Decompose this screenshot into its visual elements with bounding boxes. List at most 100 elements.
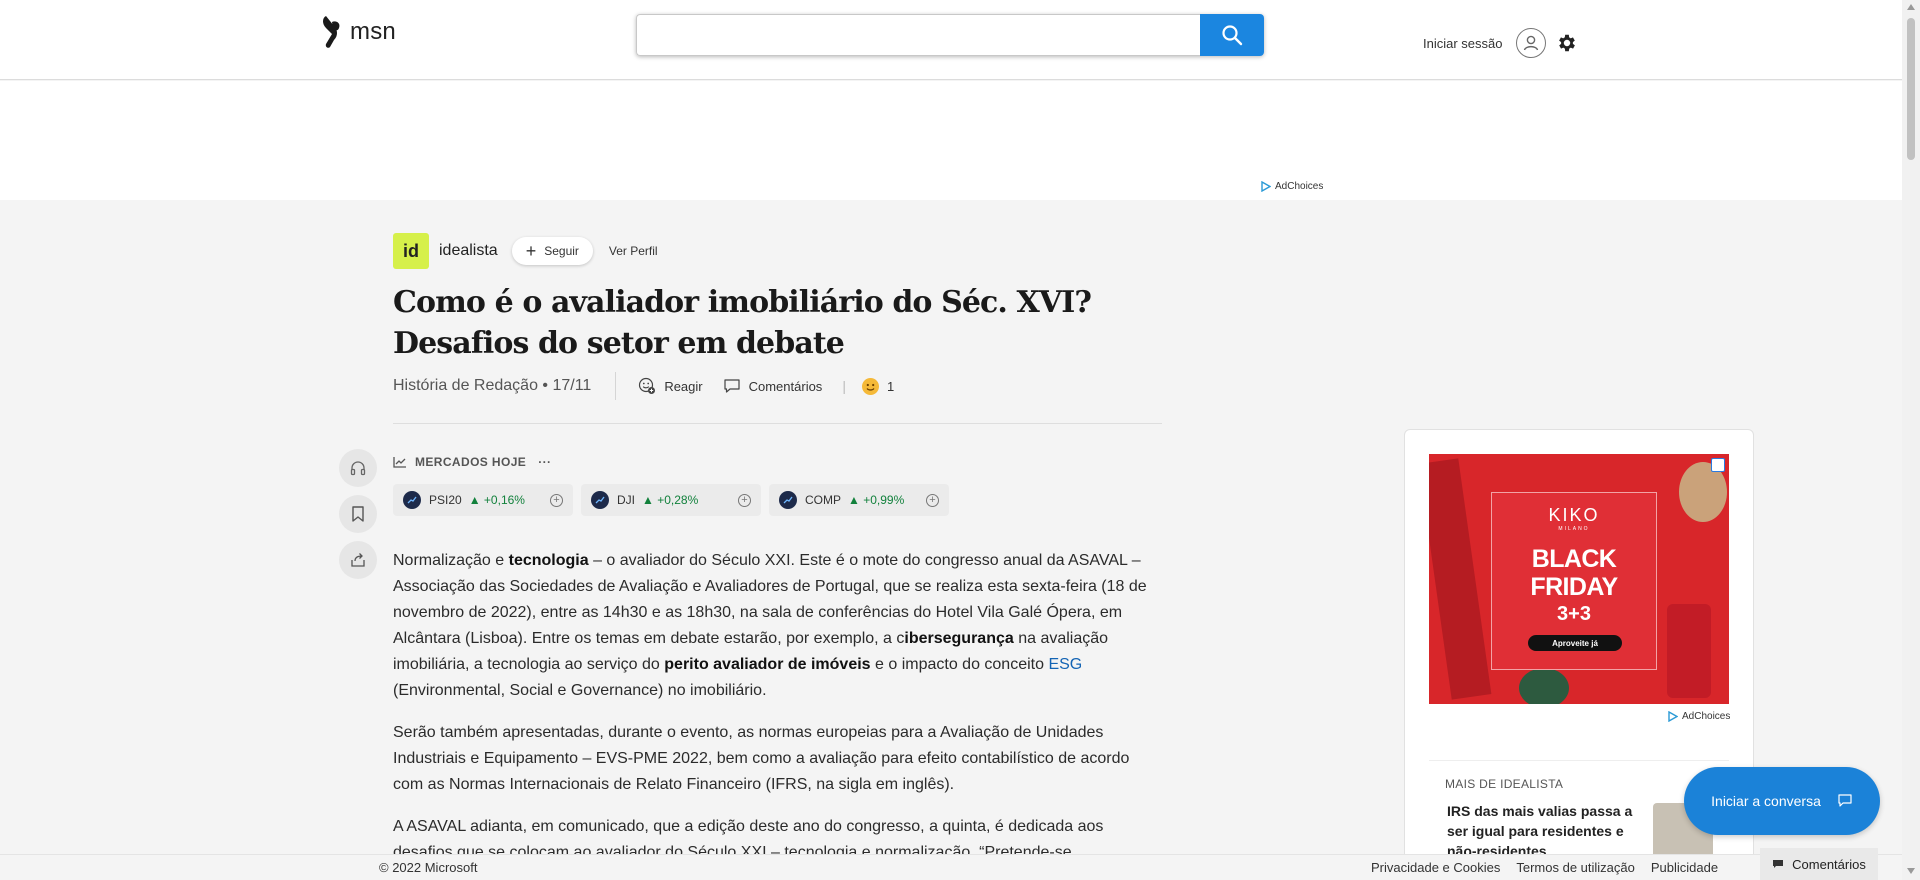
ticker-name: PSI20 xyxy=(429,493,462,507)
share-icon xyxy=(351,553,365,567)
react-button[interactable]: Reagir xyxy=(638,377,703,395)
scroll-thumb[interactable] xyxy=(1907,18,1915,160)
markets-header: MERCADOS HOJE ··· xyxy=(393,455,551,469)
search-bar xyxy=(636,14,1264,56)
ad-nail-polish xyxy=(1667,604,1711,698)
article-body: Normalização e tecnologia – o avaliador … xyxy=(393,548,1158,880)
listen-button[interactable] xyxy=(339,449,377,487)
copyright: © 2022 Microsoft xyxy=(379,860,478,875)
article-meta: História de Redação • 17/11 Reagir Comen… xyxy=(393,370,914,402)
ad-cta-button[interactable]: Aproveite já xyxy=(1528,635,1622,651)
scroll-up-arrow-icon[interactable] xyxy=(1907,4,1915,10)
article-source: id idealista + Seguir Ver Perfil xyxy=(393,233,658,269)
search-input[interactable] xyxy=(636,14,1200,56)
react-smiley-icon xyxy=(639,377,656,394)
settings-gear-icon[interactable] xyxy=(1556,32,1578,54)
ad-headline: BLACK FRIDAY xyxy=(1530,545,1618,601)
ad-offer: 3+3 xyxy=(1557,603,1591,625)
save-bookmark-button[interactable] xyxy=(339,495,377,533)
ticker-psi20[interactable]: PSI20 ▲ +0,16% + xyxy=(393,484,573,516)
byline: História de Redação • 17/11 xyxy=(393,377,592,394)
chat-label: Iniciar a conversa xyxy=(1711,793,1821,809)
ad-lipstick-left xyxy=(1429,458,1492,700)
signin-label[interactable]: Iniciar sessão xyxy=(1423,36,1502,51)
esg-link[interactable]: ESG xyxy=(1048,656,1082,673)
headphones-icon xyxy=(350,461,366,476)
comments-button[interactable]: Comentários xyxy=(723,378,823,394)
comments-tab-label: Comentários xyxy=(1792,856,1866,872)
start-conversation-button[interactable]: Iniciar a conversa xyxy=(1684,767,1880,835)
plus-icon: + xyxy=(525,241,537,261)
footer-links: Privacidade e Cookies Termos de utilizaç… xyxy=(1371,860,1718,875)
markets-more-icon[interactable]: ··· xyxy=(538,455,551,469)
meta-divider xyxy=(615,372,617,400)
paragraph-2: Serão também apresentadas, durante o eve… xyxy=(393,724,1130,793)
logo-text: msn xyxy=(350,18,396,45)
ticker-name: DJI xyxy=(617,493,635,507)
bookmark-icon xyxy=(352,506,364,522)
ad-eyeshadow xyxy=(1519,668,1569,704)
ad-brand-sub: MILANO xyxy=(1558,526,1590,532)
index-icon xyxy=(779,491,797,509)
ticker-name: COMP xyxy=(805,493,841,507)
signin-area[interactable]: Iniciar sessão xyxy=(1423,28,1547,58)
ticker-change: ▲ +0,99% xyxy=(848,493,905,507)
search-button[interactable] xyxy=(1200,14,1264,56)
more-from-label: MAIS DE IDEALISTA xyxy=(1445,777,1564,791)
markets-title: MERCADOS HOJE xyxy=(415,455,527,469)
reaction-count: 1 xyxy=(886,378,895,394)
comment-bubble-icon xyxy=(724,379,740,393)
adchoices-label: AdChoices xyxy=(1682,711,1731,722)
add-ticker-icon[interactable]: + xyxy=(550,493,563,507)
follow-label: Seguir xyxy=(544,244,579,258)
top-ad-banner[interactable]: AdChoices xyxy=(0,81,1902,200)
share-button[interactable] xyxy=(339,541,377,579)
kiko-ad-image[interactable]: KIKO MILANO BLACK FRIDAY 3+3 Aproveite j… xyxy=(1429,454,1729,704)
search-icon xyxy=(1222,25,1243,46)
scroll-down-arrow-icon[interactable] xyxy=(1907,868,1915,874)
ticker-change: ▲ +0,16% xyxy=(468,493,525,507)
add-ticker-icon[interactable]: + xyxy=(738,493,751,507)
ticker-dji[interactable]: DJI ▲ +0,28% + xyxy=(581,484,761,516)
markets-tickers: PSI20 ▲ +0,16% + DJI ▲ +0,28% + COMP ▲ +… xyxy=(393,484,949,516)
advertising-link[interactable]: Publicidade xyxy=(1651,860,1718,875)
terms-link[interactable]: Termos de utilização xyxy=(1516,860,1635,875)
ticker-change: ▲ +0,28% xyxy=(642,493,699,507)
chart-trend-icon xyxy=(393,457,406,468)
meta-separator-line xyxy=(393,423,1162,424)
paragraph-1: Normalização e tecnologia – o avaliador … xyxy=(393,552,1147,699)
privacy-link[interactable]: Privacidade e Cookies xyxy=(1371,860,1500,875)
reaction-count-button[interactable]: 1 xyxy=(861,377,895,395)
user-avatar-icon[interactable] xyxy=(1516,28,1547,58)
index-icon xyxy=(403,491,421,509)
smiley-emoji-icon xyxy=(861,377,879,395)
msn-logo[interactable]: msn xyxy=(320,14,396,50)
comments-label: Comentários xyxy=(748,378,823,394)
follow-button[interactable]: + Seguir xyxy=(511,237,593,265)
msn-butterfly-icon xyxy=(323,16,340,48)
ad-promo-box: KIKO MILANO BLACK FRIDAY 3+3 Aproveite j… xyxy=(1491,492,1657,670)
index-icon xyxy=(591,491,609,509)
comment-icon xyxy=(1773,860,1784,868)
add-ticker-icon[interactable]: + xyxy=(926,493,939,507)
ad-brand: KIKO xyxy=(1548,505,1600,525)
source-name[interactable]: idealista xyxy=(439,242,498,260)
adchoices-top[interactable]: AdChoices xyxy=(1260,181,1323,192)
adchoices-sidebar[interactable]: AdChoices xyxy=(1667,711,1730,722)
meta-pipe-divider: | xyxy=(842,378,846,394)
adchoices-icon xyxy=(1668,711,1678,722)
more-from-headline[interactable]: IRS das mais valias passa a ser igual pa… xyxy=(1447,801,1637,861)
source-logo[interactable]: id xyxy=(393,233,429,269)
view-profile-link[interactable]: Ver Perfil xyxy=(609,244,658,258)
chat-bubble-icon xyxy=(1838,794,1852,807)
react-label: Reagir xyxy=(664,378,703,394)
adchoices-label: AdChoices xyxy=(1275,181,1324,192)
ticker-comp[interactable]: COMP ▲ +0,99% + xyxy=(769,484,949,516)
ad-info-badge-icon[interactable] xyxy=(1711,458,1725,472)
page-scrollbar[interactable] xyxy=(1902,0,1920,880)
adchoices-icon xyxy=(1261,181,1271,192)
comments-tab[interactable]: Comentários xyxy=(1760,848,1878,880)
top-header: msn Iniciar sessão xyxy=(0,0,1902,80)
article-title: Como é o avaliador imobiliário do Séc. X… xyxy=(393,285,1092,361)
footer: © 2022 Microsoft Privacidade e Cookies T… xyxy=(0,854,1902,880)
